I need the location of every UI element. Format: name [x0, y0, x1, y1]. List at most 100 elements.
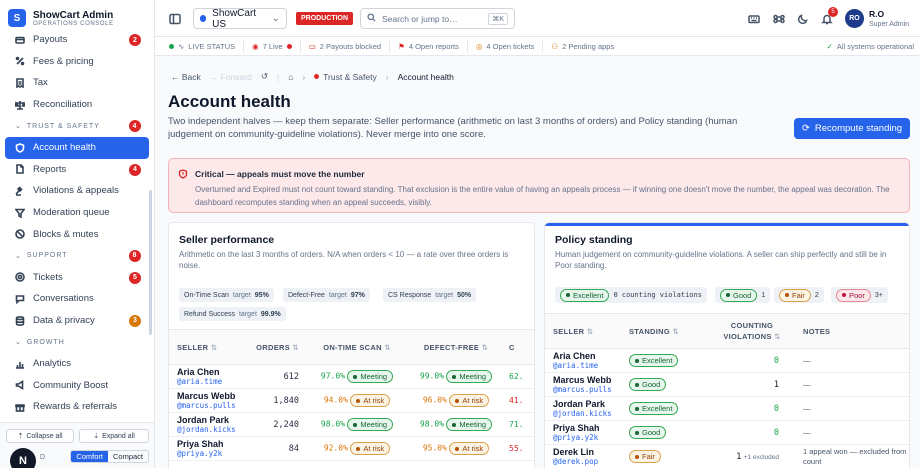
standing-pill: Excellent [629, 402, 679, 415]
pill-dot [635, 430, 639, 435]
sidebar-item-conversations[interactable]: Conversations [5, 288, 149, 310]
card-title: Policy standing [555, 234, 633, 246]
history-icon[interactable]: ↺ [261, 71, 268, 82]
col-seller[interactable]: SELLER ⇅ [545, 313, 625, 349]
sidebar-item-moderation-queue[interactable]: Moderation queue [5, 202, 149, 224]
alert-title: Critical — appeals must move the number [195, 169, 365, 179]
table-row[interactable]: Marcus Webb @marcus.pulls 1,840 94.0% At ri… [169, 388, 534, 413]
assistant-fab[interactable]: N [10, 448, 36, 468]
status-label: 4 Open tickets [486, 41, 535, 51]
card-accent [545, 223, 909, 226]
status-open-reports[interactable]: ⚑ 4 Open reports [389, 40, 467, 52]
sidebar-section-trust-safety[interactable]: ⌄ TRUST & SAFETY 4 [5, 115, 149, 137]
status-live-count[interactable]: ◉ 7 Live [243, 40, 300, 52]
sidebar-section-support[interactable]: ⌄ SUPPORT 8 [5, 245, 149, 267]
sidebar-item-data-privacy[interactable]: Data & privacy 3 [5, 310, 149, 332]
recompute-standing-button[interactable]: ⟳ Recompute standing [794, 118, 910, 139]
keyboard-icon[interactable] [747, 12, 761, 26]
table-row[interactable]: Aria Chen @aria.time Excellent 0 — [545, 348, 909, 373]
sidebar-scrollbar[interactable] [149, 190, 152, 335]
sidebar-item-account-health[interactable]: Account health [5, 136, 149, 159]
col-defect-free[interactable]: DEFECT-FREE ⇅ [407, 329, 505, 365]
sidebar-item-tax[interactable]: Tax [5, 72, 149, 94]
sidebar-badge: 3 [129, 314, 141, 327]
seller-handle[interactable]: @priya.y2k [553, 433, 625, 443]
density-compact[interactable]: Compact [108, 451, 148, 462]
expand-icon: ⇣ [93, 433, 100, 440]
seller-handle[interactable]: @derek.pop [553, 457, 625, 467]
standing-pill: Excellent [560, 288, 610, 302]
table-row[interactable]: Jordan Park @jordan.kicks 2,240 98.0% Meeti… [169, 412, 534, 437]
section-badge: 4 [129, 120, 141, 133]
table-row[interactable]: Aria Chen @aria.time 612 97.0% Meeting 99.0%… [169, 364, 534, 389]
search-input[interactable]: Search or jump to… ⌘K [360, 8, 515, 29]
density-toggle[interactable]: Comfort Compact [70, 450, 149, 463]
sidebar-item-tickets[interactable]: Tickets 5 [5, 267, 149, 289]
target-label: Refund Success [184, 310, 235, 318]
seller-handle[interactable]: @jordan.kicks [177, 425, 247, 435]
sidebar-item-analytics[interactable]: Analytics [5, 353, 149, 375]
col-cs-response[interactable]: C [505, 329, 534, 365]
density-comfort[interactable]: Comfort [71, 451, 108, 462]
table-row[interactable]: Marcus Webb @marcus.pulls Good 1 — [545, 372, 909, 397]
target-value: 99.9% [260, 310, 281, 318]
status-pill: At risk [350, 442, 391, 455]
table-row[interactable]: Derek Lin @derek.pop Fair 1 +1 excluded 1 ap… [545, 444, 909, 468]
dark-mode-icon[interactable] [796, 12, 810, 26]
notes-cell: — [789, 372, 909, 397]
payouts-icon: ▭ [308, 41, 316, 51]
col-seller[interactable]: SELLER ⇅ [169, 329, 247, 365]
seller-handle[interactable]: @aria.time [553, 361, 625, 371]
seller-handle[interactable]: @marcus.pulls [177, 401, 247, 411]
col-standing[interactable]: STANDING ⇅ [625, 313, 715, 349]
target-chip: CS Response target 50% [383, 288, 477, 302]
col-counting-violations[interactable]: COUNTING VIOLATIONS ⇅ [715, 313, 789, 349]
table-row[interactable]: Jordan Park @jordan.kicks Excellent 0 — [545, 396, 909, 421]
table-row[interactable]: Derek Lin [169, 460, 534, 468]
back-button[interactable]: ← Back [171, 72, 201, 82]
collapse-all-button[interactable]: ⇡ Collapse all [6, 429, 74, 443]
sidebar-item-blocks-mutes[interactable]: Blocks & mutes [5, 223, 149, 245]
sidebar-item-rewards-referrals[interactable]: Rewards & referrals [5, 396, 149, 418]
sidebar-item-payouts[interactable]: Payouts 2 [5, 29, 149, 51]
table-row[interactable]: Priya Shah @priya.y2k Good 0 — [545, 420, 909, 445]
seller-handle[interactable]: @priya.y2k [177, 449, 247, 459]
sidebar-section-growth[interactable]: ⌄ GROWTH [5, 331, 149, 353]
pill-label: Good [642, 428, 661, 437]
col-orders[interactable]: ORDERS ⇅ [247, 329, 307, 365]
expand-all-button[interactable]: ⇣ Expand all [79, 429, 149, 443]
defect-free-value: 96.0% [422, 395, 447, 405]
sort-icon: ⇅ [210, 342, 218, 352]
status-open-tickets[interactable]: ◎ 4 Open tickets [466, 40, 543, 52]
sidebar-item-reports[interactable]: Reports 4 [5, 159, 149, 181]
store-selector[interactable]: ShowCart US ⌄ [193, 8, 287, 30]
sidebar-toggle-icon[interactable] [168, 12, 182, 26]
seller-handle[interactable]: @marcus.pulls [553, 385, 625, 395]
avatar[interactable]: RO [845, 9, 864, 28]
col-on-time-scan[interactable]: ON-TIME SCAN ⇅ [307, 329, 407, 365]
status-pill: At risk [350, 394, 391, 407]
seller-handle[interactable]: @aria.time [177, 377, 247, 387]
breadcrumb-section[interactable]: Trust & Safety [323, 72, 377, 82]
chart-icon [15, 359, 25, 369]
forward-label: Forward [220, 71, 252, 82]
on-time-value: 94.0% [323, 395, 348, 405]
megaphone-icon [15, 380, 25, 391]
status-payouts-blocked[interactable]: ▭ 2 Payouts blocked [299, 40, 389, 52]
sidebar-item-fees-pricing[interactable]: Fees & pricing [5, 51, 149, 73]
target-word: target [232, 291, 251, 299]
home-icon[interactable]: ⌂ [288, 72, 293, 82]
sort-icon: ⇅ [384, 342, 391, 352]
status-pending-apps[interactable]: ⚇ 2 Pending apps [542, 40, 622, 52]
cs-response-value: 55. [505, 436, 534, 461]
sort-icon: ⇅ [481, 342, 489, 352]
table-row[interactable]: Priya Shah @priya.y2k 84 92.0% At risk 95.0%… [169, 436, 534, 461]
forward-button[interactable]: → Forward [210, 72, 252, 82]
sidebar-item-reconciliation[interactable]: Reconciliation [5, 94, 149, 116]
page-title: Account health [168, 92, 291, 111]
sidebar-item-violations-appeals[interactable]: Violations & appeals [5, 180, 149, 202]
col-label: ON-TIME SCAN [323, 342, 382, 352]
seller-handle[interactable]: @jordan.kicks [553, 409, 625, 419]
command-icon[interactable] [772, 12, 786, 26]
sidebar-item-community-boost[interactable]: Community Boost [5, 375, 149, 397]
